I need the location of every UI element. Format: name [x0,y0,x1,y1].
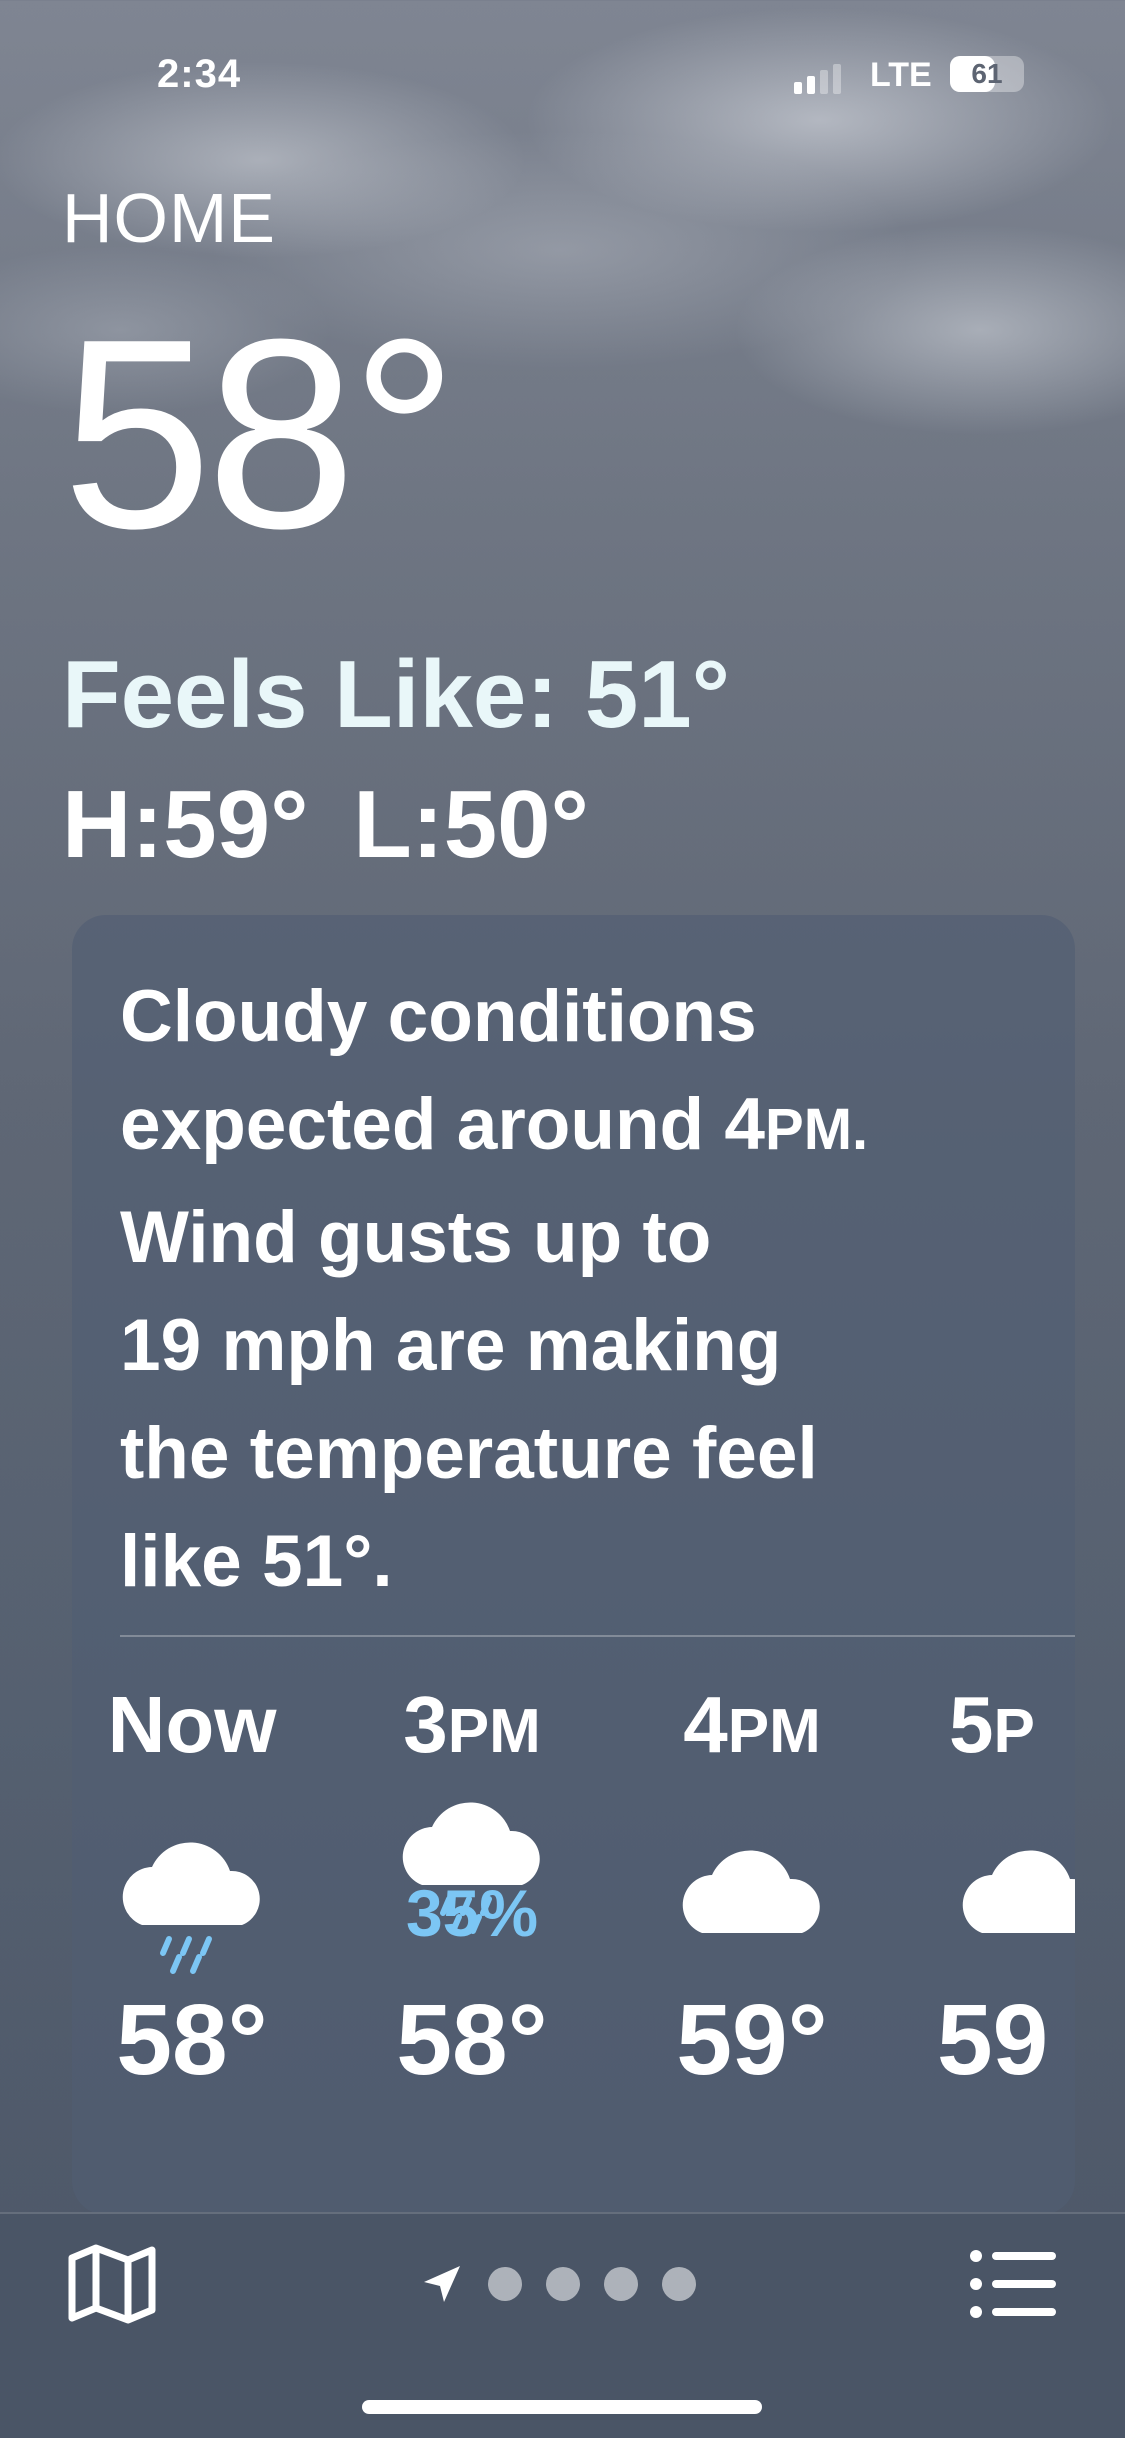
home-indicator[interactable] [362,2400,762,2414]
location-arrow-icon[interactable] [420,2262,464,2306]
hour-3pm[interactable]: 3PM 35% 58° [377,1675,567,2096]
high-temp: H:59° [62,771,309,878]
status-bar: 2:34 LTE 61 [0,52,1125,102]
hour-temp: 59° [676,1984,828,2096]
current-temperature: 58° [62,284,458,585]
page-dot[interactable] [604,2267,638,2301]
summary-line: Wind gusts up to [120,1197,712,1278]
summary-line: Cloudy conditions [120,976,757,1057]
cloud-icon [937,1815,1075,1995]
page-dot[interactable] [662,2267,696,2301]
hour-label-suffix: P [993,1697,1035,1766]
hour-4pm[interactable]: 4PM 59° [657,1675,847,2096]
hourly-forecast-card[interactable]: Cloudy conditions expected around 4PM. W… [72,915,1075,2215]
high-low: H:59° L:50° [62,770,589,880]
divider [120,1635,1075,1637]
battery-level: 61 [971,58,1003,89]
precip-chance: 35% [405,1876,539,1950]
signal-icon [794,64,841,94]
forecast-summary: Cloudy conditions expected around 4PM. W… [120,963,1040,1616]
cloud-rain-icon [97,1815,287,1995]
hour-temp: 58° [396,1984,548,2096]
summary-line: the temperature feel [120,1413,818,1494]
hour-label-suffix: PM [447,1697,541,1766]
hour-label-text: Now [107,1680,277,1769]
summary-line: like 51°. [120,1521,393,1602]
hour-temp: 58° [116,1984,268,2096]
hour-label-suffix: PM [727,1697,821,1766]
summary-text: expected around 4 [120,1084,766,1165]
summary-line: expected around 4PM. [120,1071,1040,1184]
page-dot[interactable] [488,2267,522,2301]
network-type: LTE [870,56,932,94]
hour-label: 4PM [657,1675,847,1775]
feels-like: Feels Like: 51° [62,641,731,748]
hour-label: 5P [937,1675,1075,1775]
summary-line: 19 mph are making [120,1305,782,1386]
status-time: 2:34 [157,52,242,96]
page-indicator[interactable] [420,2262,696,2306]
cloud-icon [657,1815,847,1995]
hour-temp: 59 [937,1984,1049,2096]
location-name: HOME [62,179,276,257]
hour-5pm[interactable]: 5P 59 [937,1675,1075,2096]
list-icon[interactable] [968,2248,1060,2320]
battery-icon: 61 [950,56,1024,92]
hour-label-text: 5 [949,1680,994,1769]
low-temp: L:50° [353,771,589,878]
summary-time-suffix: PM. [765,1097,869,1162]
hour-label: 3PM [377,1675,567,1775]
hour-now[interactable]: Now 58° [97,1675,287,2096]
hour-label-text: 3 [403,1680,448,1769]
hour-label: Now [97,1675,287,1775]
page-dot[interactable] [546,2267,580,2301]
map-icon[interactable] [66,2244,158,2324]
hour-label-text: 4 [683,1680,728,1769]
